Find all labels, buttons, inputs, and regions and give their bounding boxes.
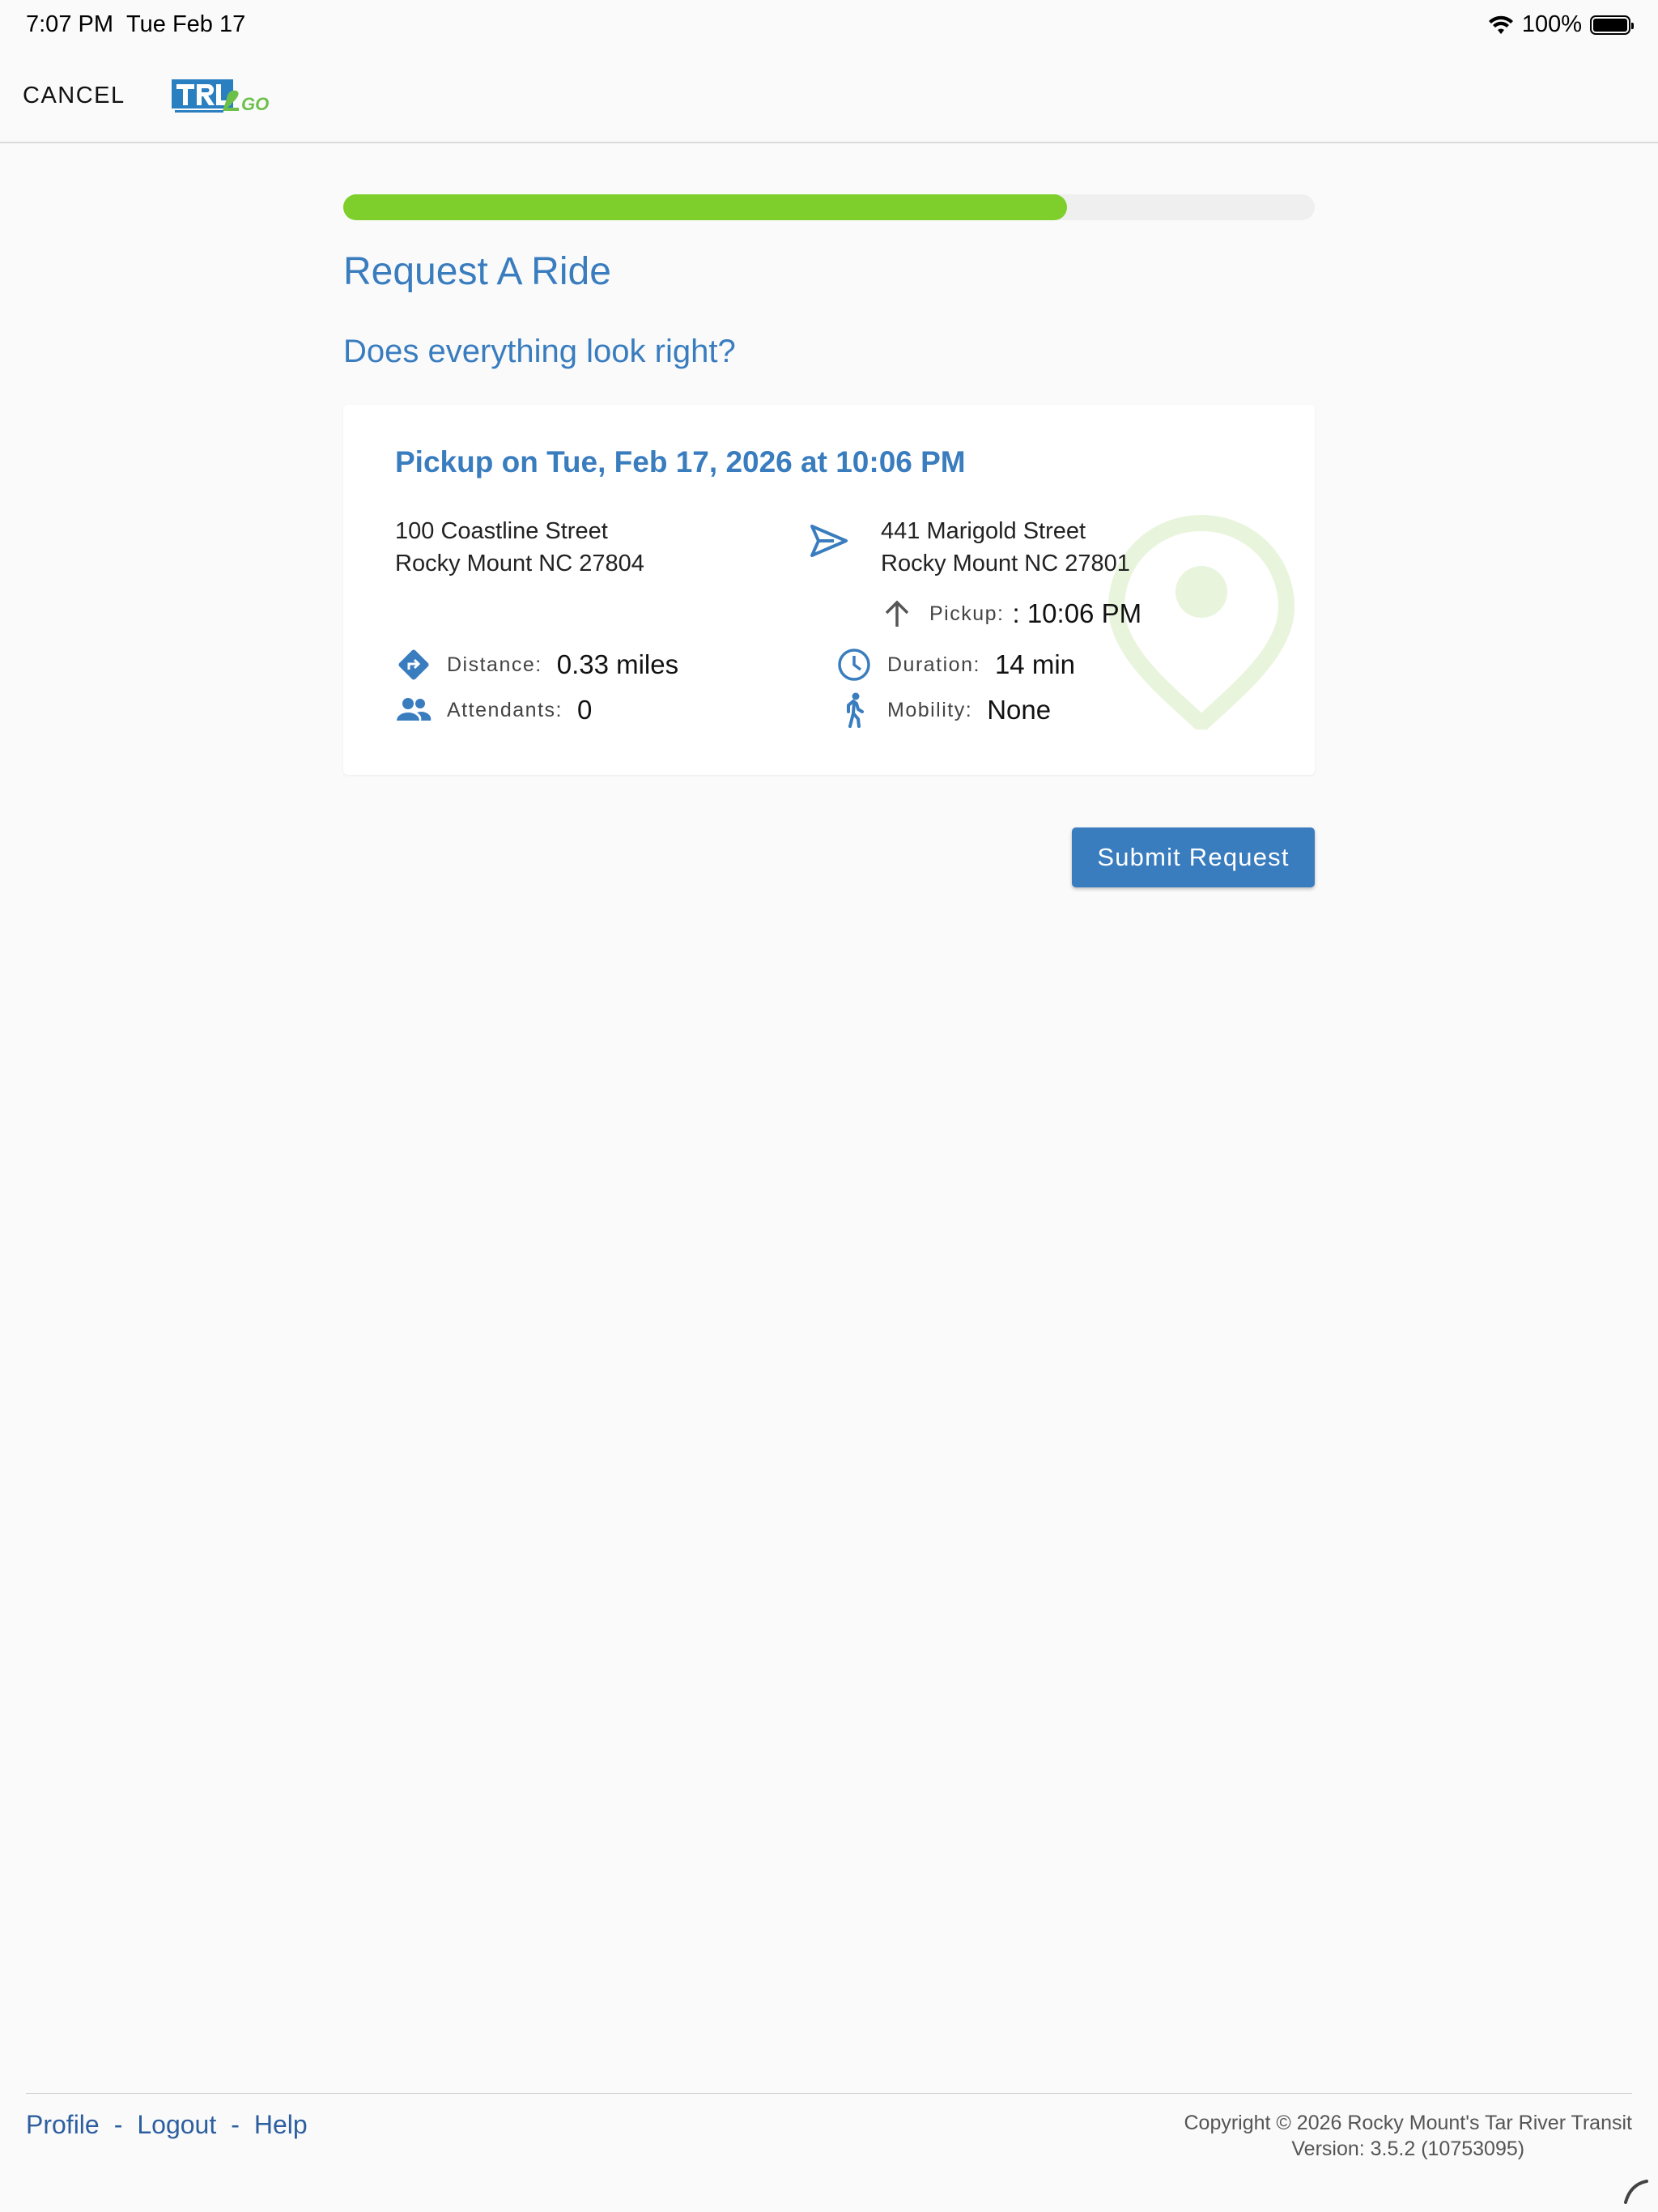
footer-separator: - [113, 2110, 123, 2139]
distance-label: Distance: [447, 653, 542, 676]
walking-person-icon [835, 691, 873, 729]
duration-value: 14 min [994, 649, 1076, 679]
duration-label: Duration: [887, 653, 980, 676]
mobility-label: Mobility: [887, 698, 973, 721]
attendants-value: 0 [576, 695, 593, 725]
pickup-label: Pickup: [929, 602, 1005, 625]
status-time: 7:07 PM [26, 11, 113, 37]
destination-city: Rocky Mount NC 27801 [881, 551, 1130, 576]
logout-link[interactable]: Logout [137, 2110, 216, 2140]
directions-icon [395, 646, 432, 683]
profile-link[interactable]: Profile [26, 2110, 100, 2140]
send-icon [810, 525, 848, 557]
battery-percent: 100% [1521, 11, 1582, 37]
pickup-time: : 10:06 PM [1012, 598, 1142, 628]
arrow-up-icon [885, 600, 909, 627]
battery-icon [1590, 15, 1634, 35]
duration-stat: Duration: 14 min [835, 644, 1075, 685]
pickup-time-row: Pickup: : 10:06 PM [881, 596, 1141, 632]
wifi-icon [1488, 15, 1513, 34]
progress-bar-fill [343, 194, 1067, 220]
mobility-stat: Mobility: None [835, 690, 1051, 730]
distance-stat: Distance: 0.33 miles [395, 644, 678, 685]
version-text: Version: 3.5.2 (10753095) [1291, 2138, 1525, 2160]
progress-bar [343, 194, 1315, 220]
status-right: 100% [1488, 11, 1634, 38]
origin-address: 100 Coastline Street Rocky Mount NC 2780… [395, 515, 644, 580]
footer-divider [26, 2093, 1632, 2094]
trip-summary-card: Pickup on Tue, Feb 17, 2026 at 10:06 PM … [343, 405, 1315, 775]
pickup-heading: Pickup on Tue, Feb 17, 2026 at 10:06 PM [395, 445, 966, 479]
clock-icon [835, 646, 873, 683]
attendants-stat: Attendants: 0 [395, 690, 592, 730]
resize-handle-icon [1624, 2180, 1648, 2204]
destination-street: 441 Marigold Street [881, 518, 1086, 544]
svg-text:GO: GO [241, 94, 269, 114]
page-subtitle: Does everything look right? [343, 334, 736, 369]
destination-address: 441 Marigold Street Rocky Mount NC 27801 [881, 515, 1130, 580]
submit-request-button[interactable]: Submit Request [1072, 827, 1315, 887]
mobility-value: None [987, 695, 1052, 725]
attendants-label: Attendants: [447, 698, 563, 721]
footer-separator: - [231, 2110, 240, 2139]
cancel-button[interactable]: CANCEL [23, 83, 125, 109]
app-header: CANCEL GO [0, 52, 1658, 143]
footer-links: Profile - Logout - Help [26, 2110, 308, 2140]
status-bar: 7:07 PM Tue Feb 17 100% [0, 0, 1658, 52]
origin-city: Rocky Mount NC 27804 [395, 551, 644, 576]
tar-river-transit-2go-logo: GO [172, 79, 269, 114]
distance-value: 0.33 miles [556, 649, 679, 679]
origin-street: 100 Coastline Street [395, 518, 608, 544]
status-date: Tue Feb 17 [126, 11, 246, 37]
people-icon [395, 691, 432, 729]
page-title: Request A Ride [343, 250, 611, 293]
copyright-text: Copyright © 2026 Rocky Mount's Tar River… [1184, 2112, 1632, 2134]
copyright-block: Copyright © 2026 Rocky Mount's Tar River… [1184, 2110, 1632, 2162]
help-link[interactable]: Help [254, 2110, 308, 2140]
